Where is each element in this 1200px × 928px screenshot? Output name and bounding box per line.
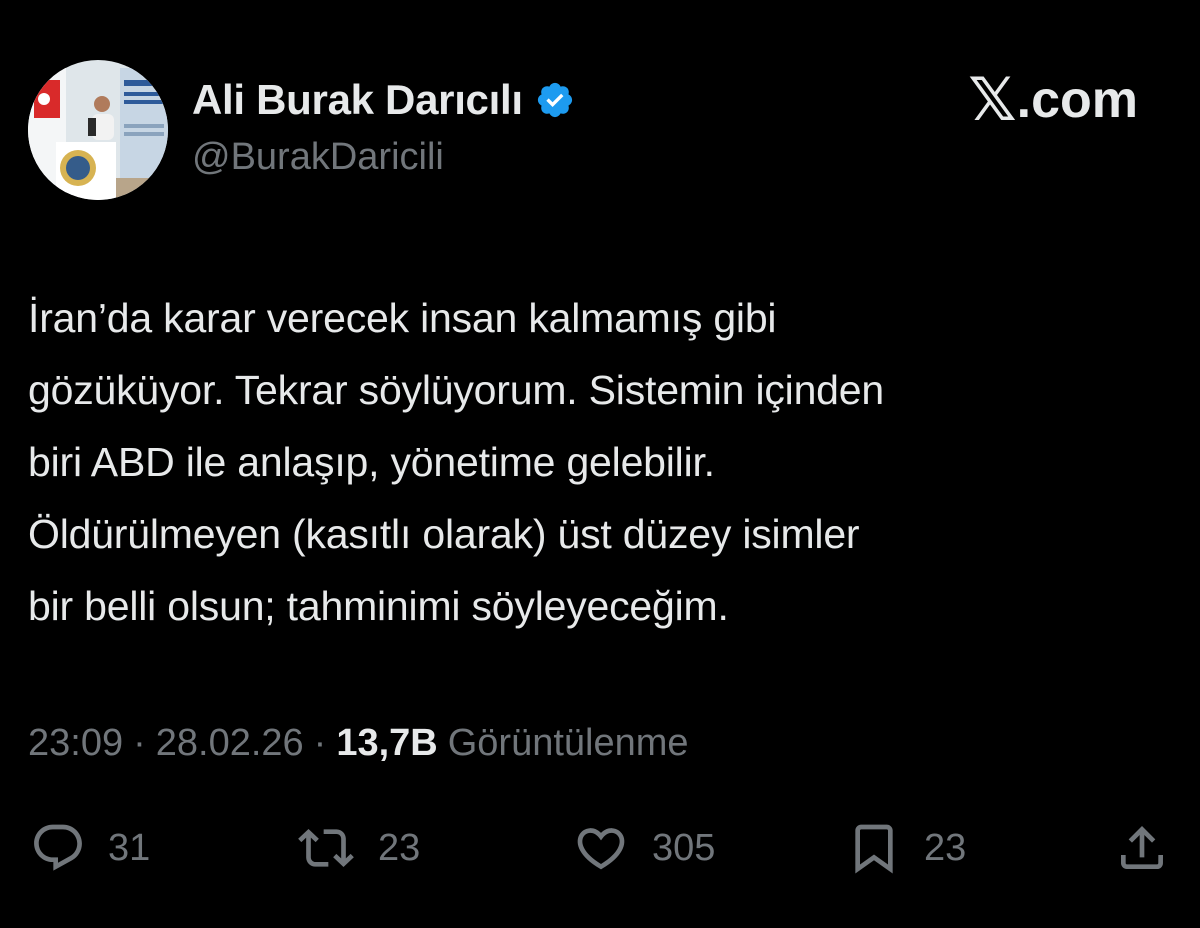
- avatar[interactable]: [28, 60, 168, 200]
- meta-separator: ·: [313, 722, 327, 764]
- x-logo-domain: .com: [1016, 71, 1138, 129]
- bookmark-count: 23: [924, 826, 967, 869]
- author-display-name[interactable]: Ali Burak Darıcılı: [192, 76, 523, 124]
- tweet-text-line: bir belli olsun; tahminimi söyleyeceğim.: [28, 583, 729, 629]
- tweet-text-line: Öldürülmeyen (kasıtlı olarak) üst düzey …: [28, 511, 860, 557]
- retweet-count: 23: [378, 826, 421, 869]
- views-label: Görüntülenme: [447, 722, 689, 764]
- tweet-text-line: İran’da karar verecek insan kalmamış gib…: [28, 295, 777, 341]
- author-handle[interactable]: @BurakDaricili: [192, 136, 444, 179]
- bookmark-icon: [846, 820, 902, 876]
- reply-count: 31: [108, 826, 151, 869]
- tweet-date[interactable]: 28.02.26: [156, 722, 304, 765]
- heart-icon: [572, 820, 630, 876]
- action-bar: 31 23 305 23: [0, 820, 1200, 880]
- tweet-time[interactable]: 23:09: [28, 722, 123, 765]
- bookmark-button[interactable]: 23: [846, 820, 966, 876]
- avatar-photo: [28, 60, 168, 200]
- meta-separator: ·: [133, 722, 146, 764]
- tweet-meta: 23:09 · 28.02.26 · 13,7B Görüntülenme: [28, 722, 689, 765]
- reply-icon: [30, 820, 86, 876]
- share-icon: [1114, 820, 1170, 876]
- verified-badge-icon: [535, 80, 575, 120]
- tweet-text: İran’da karar verecek insan kalmamış gib…: [28, 282, 1188, 642]
- x-logo-glyph: 𝕏: [968, 65, 1017, 135]
- x-logo: 𝕏 .com: [968, 70, 1138, 130]
- views-count[interactable]: 13,7B: [336, 722, 437, 765]
- tweet-text-line: gözüküyor. Tekrar söylüyorum. Sistemin i…: [28, 367, 884, 413]
- tweet-text-line: biri ABD ile anlaşıp, yönetime gelebilir…: [28, 439, 715, 485]
- author-name-row[interactable]: Ali Burak Darıcılı: [192, 76, 575, 124]
- share-button[interactable]: [1114, 820, 1170, 876]
- retweet-icon: [296, 820, 356, 876]
- retweet-button[interactable]: 23: [296, 820, 420, 876]
- like-button[interactable]: 305: [572, 820, 715, 876]
- reply-button[interactable]: 31: [30, 820, 150, 876]
- like-count: 305: [652, 826, 716, 869]
